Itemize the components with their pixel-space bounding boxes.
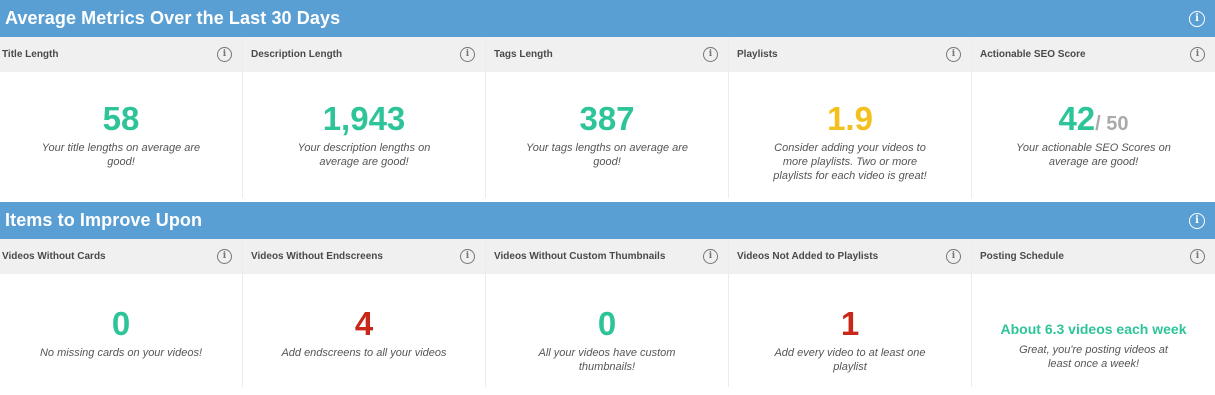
card-videos-without-endscreens: Videos Without Endscreens i 4 Add endscr… [243, 239, 486, 387]
metric-description: Great, you're posting videos at least on… [1019, 344, 1168, 370]
info-icon[interactable]: i [946, 47, 961, 62]
card-body: 42/ 50 Your actionable SEO Scores on ave… [972, 72, 1215, 198]
average-metrics-header: Average Metrics Over the Last 30 Days i [0, 0, 1215, 37]
card-header: Videos Without Endscreens i [243, 239, 485, 274]
metric-value-wrap: 42/ 50 [1058, 102, 1128, 135]
metric-value-wrap: About 6.3 videos each week [1001, 307, 1187, 337]
info-icon[interactable]: i [1189, 212, 1205, 229]
card-tags-length: Tags Length i 387 Your tags lengths on a… [486, 37, 729, 198]
card-label: Videos Without Endscreens [251, 251, 383, 262]
metric-value: About 6.3 videos each week [1000, 321, 1187, 337]
card-header: Videos Not Added to Playlists i [729, 239, 971, 274]
card-label: Actionable SEO Score [980, 49, 1086, 60]
card-body: 4 Add endscreens to all your videos [243, 274, 485, 387]
card-header: Description Length i [243, 37, 485, 72]
card-videos-without-thumbnails: Videos Without Custom Thumbnails i 0 All… [486, 239, 729, 387]
card-label: Tags Length [494, 49, 553, 60]
card-seo-score: Actionable SEO Score i 42/ 50 Your actio… [972, 37, 1215, 198]
card-body: 1,943 Your description lengths on averag… [243, 72, 485, 198]
info-icon[interactable]: i [1190, 249, 1205, 264]
card-videos-without-cards: Videos Without Cards i 0 No missing card… [0, 239, 243, 387]
section-title: Items to Improve Upon [5, 210, 203, 230]
card-header: Posting Schedule i [972, 239, 1215, 274]
card-label: Playlists [737, 49, 778, 60]
improve-header: Items to Improve Upon i [0, 202, 1215, 239]
card-description-length: Description Length i 1,943 Your descript… [243, 37, 486, 198]
metric-description: Consider adding your videos to more play… [773, 142, 927, 182]
card-body: 0 All your videos have custom thumbnails… [486, 274, 728, 387]
info-icon[interactable]: i [1189, 10, 1205, 27]
info-icon[interactable]: i [217, 47, 232, 62]
metric-description: Your actionable SEO Scores on average ar… [1016, 142, 1171, 168]
card-header: Videos Without Cards i [0, 239, 242, 274]
metric-description: No missing cards on your videos! [39, 347, 202, 359]
metric-value: 387 [579, 100, 635, 137]
card-header: Playlists i [729, 37, 971, 72]
metric-description: Your description lengths on average are … [297, 142, 431, 168]
card-label: Title Length [2, 49, 59, 60]
info-icon[interactable]: i [217, 249, 232, 264]
card-label: Videos Without Cards [2, 251, 106, 262]
info-icon[interactable]: i [703, 47, 718, 62]
card-body: 58 Your title lengths on average are goo… [0, 72, 242, 198]
info-icon[interactable]: i [1190, 47, 1205, 62]
metric-description: Add endscreens to all your videos [281, 347, 447, 359]
metric-max: / 50 [1095, 113, 1129, 135]
metric-value: 4 [354, 305, 374, 342]
info-icon[interactable]: i [460, 47, 475, 62]
card-label: Posting Schedule [980, 251, 1064, 262]
card-label: Videos Without Custom Thumbnails [494, 251, 666, 262]
card-posting-schedule: Posting Schedule i About 6.3 videos each… [972, 239, 1215, 387]
section-title: Average Metrics Over the Last 30 Days [5, 8, 341, 28]
info-icon[interactable]: i [703, 249, 718, 264]
card-header: Tags Length i [486, 37, 728, 72]
card-body: 387 Your tags lengths on average are goo… [486, 72, 728, 198]
metric-value: 1,943 [322, 100, 406, 137]
metric-value: 1 [840, 305, 860, 342]
average-metrics-cards: Title Length i 58 Your title lengths on … [0, 37, 1215, 198]
metric-value: 58 [102, 100, 140, 137]
metric-description: Add every video to at least one playlist [774, 347, 926, 373]
card-playlists: Playlists i 1.9 Consider adding your vid… [729, 37, 972, 198]
metric-description: Your title lengths on average are good! [41, 142, 201, 168]
card-videos-not-in-playlists: Videos Not Added to Playlists i 1 Add ev… [729, 239, 972, 387]
improve-cards: Videos Without Cards i 0 No missing card… [0, 239, 1215, 387]
info-icon[interactable]: i [946, 249, 961, 264]
card-header: Actionable SEO Score i [972, 37, 1215, 72]
info-icon[interactable]: i [460, 249, 475, 264]
metric-value: 42 [1058, 100, 1096, 137]
card-header: Videos Without Custom Thumbnails i [486, 239, 728, 274]
card-title-length: Title Length i 58 Your title lengths on … [0, 37, 243, 198]
card-label: Videos Not Added to Playlists [737, 251, 879, 262]
metric-description: Your tags lengths on average are good! [525, 142, 689, 168]
metric-value: 1.9 [827, 100, 873, 137]
metric-description: All your videos have custom thumbnails! [538, 347, 676, 373]
card-header: Title Length i [0, 37, 242, 72]
card-body: About 6.3 videos each week Great, you're… [972, 274, 1215, 387]
card-body: 0 No missing cards on your videos! [0, 274, 242, 387]
metric-value: 0 [597, 305, 617, 342]
card-label: Description Length [251, 49, 343, 60]
card-body: 1 Add every video to at least one playli… [729, 274, 971, 387]
card-body: 1.9 Consider adding your videos to more … [729, 72, 971, 198]
metric-value: 0 [111, 305, 131, 342]
